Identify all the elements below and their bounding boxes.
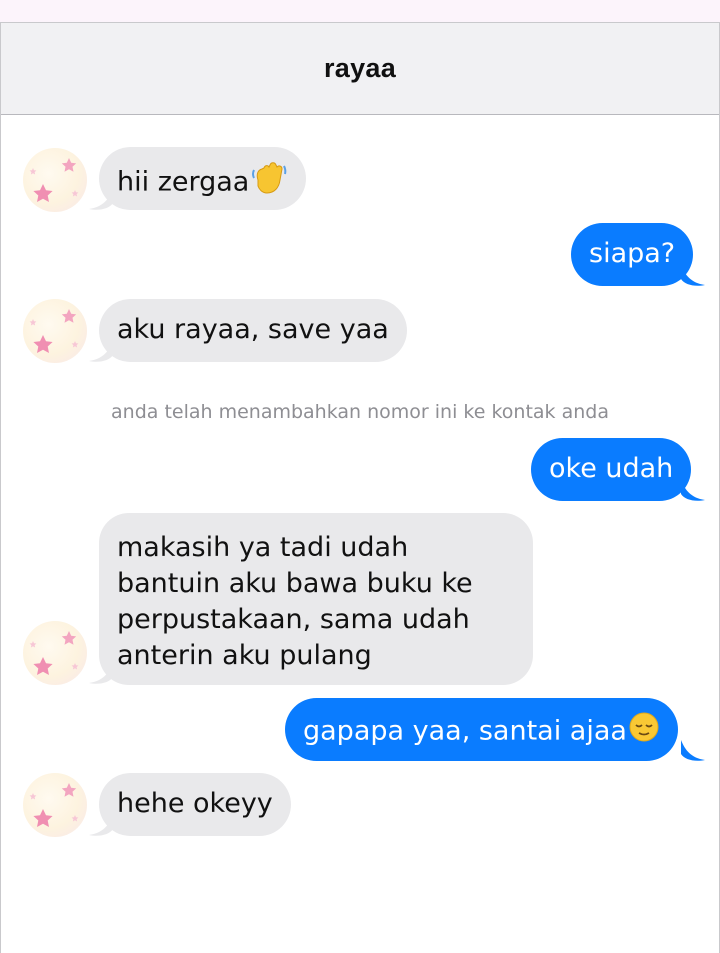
relieved-face-icon — [628, 711, 660, 753]
message-bubble-incoming[interactable]: makasih ya tadi udah bantuin aku bawa bu… — [99, 513, 533, 685]
message-line: anterin aku pulang — [117, 640, 372, 671]
message-line: perpustakaan, sama udah — [117, 604, 470, 635]
waving-hand-icon — [250, 160, 288, 206]
bubble-tail — [681, 480, 705, 501]
contact-avatar[interactable] — [23, 299, 87, 363]
message-text: oke udah — [549, 453, 674, 484]
chat-header: rayaa — [1, 23, 719, 115]
message-bubble-outgoing[interactable]: gapapa yaa, santai ajaa — [285, 698, 678, 761]
message-bubble-incoming[interactable]: hehe okeyy — [99, 773, 291, 836]
message-text: siapa? — [589, 238, 676, 269]
message-bubble-outgoing[interactable]: siapa? — [571, 223, 694, 286]
contact-name[interactable]: rayaa — [324, 53, 396, 84]
message-bubble-incoming[interactable]: aku rayaa, save yaa — [99, 299, 407, 362]
bubble-tail — [681, 740, 705, 761]
chat-window: rayaa hii zergaa siapa? aku rayaa, save … — [0, 22, 720, 953]
message-text: hii zergaa — [117, 166, 250, 198]
bubble-tail — [681, 265, 705, 286]
message-bubble-outgoing[interactable]: oke udah — [531, 438, 692, 501]
contact-avatar[interactable] — [23, 773, 87, 837]
message-line: bantuin aku bawa buku ke — [117, 568, 473, 599]
contact-avatar[interactable] — [23, 148, 87, 212]
message-bubble-incoming[interactable]: hii zergaa — [99, 147, 307, 210]
contact-avatar[interactable] — [23, 621, 87, 685]
top-strip — [0, 0, 720, 22]
message-line: makasih ya tadi udah — [117, 532, 409, 563]
message-text: hehe okeyy — [117, 788, 273, 819]
message-text: gapapa yaa, santai ajaa — [303, 715, 627, 747]
message-text: aku rayaa, save yaa — [117, 314, 389, 345]
system-notice: anda telah menambahkan nomor ini ke kont… — [111, 401, 609, 423]
